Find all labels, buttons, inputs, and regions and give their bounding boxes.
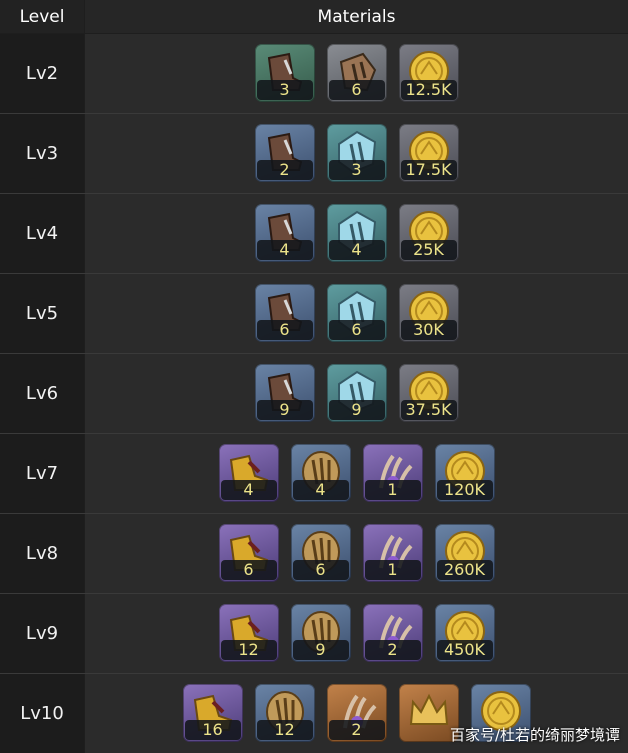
- material-item: 4: [326, 204, 387, 262]
- level-label: Lv6: [0, 354, 84, 433]
- row-divider: [0, 113, 628, 114]
- row-divider: [0, 673, 628, 674]
- level-label: Lv2: [0, 34, 84, 113]
- material-item: 25K: [398, 204, 459, 262]
- row-divider: [0, 433, 628, 434]
- material-quantity: 4: [292, 480, 349, 500]
- material-quantity: 9: [292, 640, 349, 660]
- level-label: Lv3: [0, 114, 84, 193]
- level-row: Lv7 4 4 1 120K: [0, 433, 628, 513]
- material-quantity: 12.5K: [400, 80, 457, 100]
- material-item: 12: [254, 684, 315, 742]
- material-item: 30K: [398, 284, 459, 342]
- materials-cell: 2 3 17.5K: [85, 114, 628, 193]
- level-label: Lv7: [0, 434, 84, 513]
- material-quantity: 4: [256, 240, 313, 260]
- material-item: 16: [182, 684, 243, 742]
- material-quantity: 260K: [436, 560, 493, 580]
- material-quantity: 120K: [436, 480, 493, 500]
- material-quantity: 1: [364, 560, 421, 580]
- level-column-header: Level: [0, 0, 84, 33]
- material-quantity: 9: [256, 400, 313, 420]
- material-quantity: 6: [292, 560, 349, 580]
- level-label: Lv4: [0, 194, 84, 273]
- level-label: Lv8: [0, 514, 84, 593]
- level-row: Lv5 6 6 30K: [0, 273, 628, 353]
- level-label: Lv10: [0, 674, 84, 753]
- level-row: Lv9 12 9 2 450K: [0, 593, 628, 673]
- material-quantity: 4: [328, 240, 385, 260]
- material-quantity: 450K: [436, 640, 493, 660]
- material-item: 9: [254, 364, 315, 422]
- row-divider: [0, 193, 628, 194]
- material-quantity: 6: [256, 320, 313, 340]
- materials-cell: 9 9 37.5K: [85, 354, 628, 433]
- material-quantity: 4: [220, 480, 277, 500]
- material-quantity: 6: [220, 560, 277, 580]
- material-item: 12.5K: [398, 44, 459, 102]
- material-quantity: 2: [328, 720, 385, 740]
- material-quantity: 16: [184, 720, 241, 740]
- material-quantity: 3: [328, 160, 385, 180]
- material-item: 9: [290, 604, 351, 662]
- material-item: 260K: [434, 524, 495, 582]
- material-quantity: 1: [364, 480, 421, 500]
- upgrade-materials-table: Level Materials Lv2 3 6 12.5K Lv3 2 3 17.5K Lv4 4…: [0, 0, 628, 753]
- material-item: 6: [326, 284, 387, 342]
- material-quantity: 6: [328, 80, 385, 100]
- material-quantity: 25K: [400, 240, 457, 260]
- material-quantity: 37.5K: [400, 400, 457, 420]
- material-quantity: 30K: [400, 320, 457, 340]
- materials-cell: 3 6 12.5K: [85, 34, 628, 113]
- material-item: 6: [290, 524, 351, 582]
- material-item: 6: [254, 284, 315, 342]
- materials-cell: 12 9 2 450K: [85, 594, 628, 673]
- level-label: Lv9: [0, 594, 84, 673]
- material-item: 3: [254, 44, 315, 102]
- materials-cell: 4 4 25K: [85, 194, 628, 273]
- material-item: 4: [290, 444, 351, 502]
- row-divider: [0, 273, 628, 274]
- material-quantity: 12: [256, 720, 313, 740]
- material-item: 2: [362, 604, 423, 662]
- material-quantity: 2: [364, 640, 421, 660]
- material-item: 6: [326, 44, 387, 102]
- material-item: 450K: [434, 604, 495, 662]
- level-row: Lv6 9 9 37.5K: [0, 353, 628, 433]
- row-divider: [0, 593, 628, 594]
- material-item: 2: [326, 684, 387, 742]
- material-quantity: 17.5K: [400, 160, 457, 180]
- material-item: 9: [326, 364, 387, 422]
- material-item: 6: [218, 524, 279, 582]
- level-row: Lv8 6 6 1 260K: [0, 513, 628, 593]
- materials-cell: 6 6 1 260K: [85, 514, 628, 593]
- material-item: 17.5K: [398, 124, 459, 182]
- level-row: Lv3 2 3 17.5K: [0, 113, 628, 193]
- level-row: Lv2 3 6 12.5K: [0, 34, 628, 113]
- row-divider: [0, 513, 628, 514]
- material-quantity: 2: [256, 160, 313, 180]
- row-divider: [0, 353, 628, 354]
- material-item: 2: [254, 124, 315, 182]
- material-quantity: 12: [220, 640, 277, 660]
- material-quantity: 6: [328, 320, 385, 340]
- material-item: 3: [326, 124, 387, 182]
- materials-column-header: Materials: [85, 0, 628, 33]
- material-item: 120K: [434, 444, 495, 502]
- material-item: 4: [254, 204, 315, 262]
- material-item: 1: [362, 444, 423, 502]
- material-item: 1: [362, 524, 423, 582]
- watermark: 百家号/杜若的绮丽梦境谭: [449, 726, 620, 744]
- material-item: 12: [218, 604, 279, 662]
- material-item: 4: [218, 444, 279, 502]
- material-item: 37.5K: [398, 364, 459, 422]
- level-label: Lv5: [0, 274, 84, 353]
- level-row: Lv4 4 4 25K: [0, 193, 628, 273]
- material-quantity: 9: [328, 400, 385, 420]
- materials-cell: 4 4 1 120K: [85, 434, 628, 513]
- material-quantity: 3: [256, 80, 313, 100]
- materials-cell: 6 6 30K: [85, 274, 628, 353]
